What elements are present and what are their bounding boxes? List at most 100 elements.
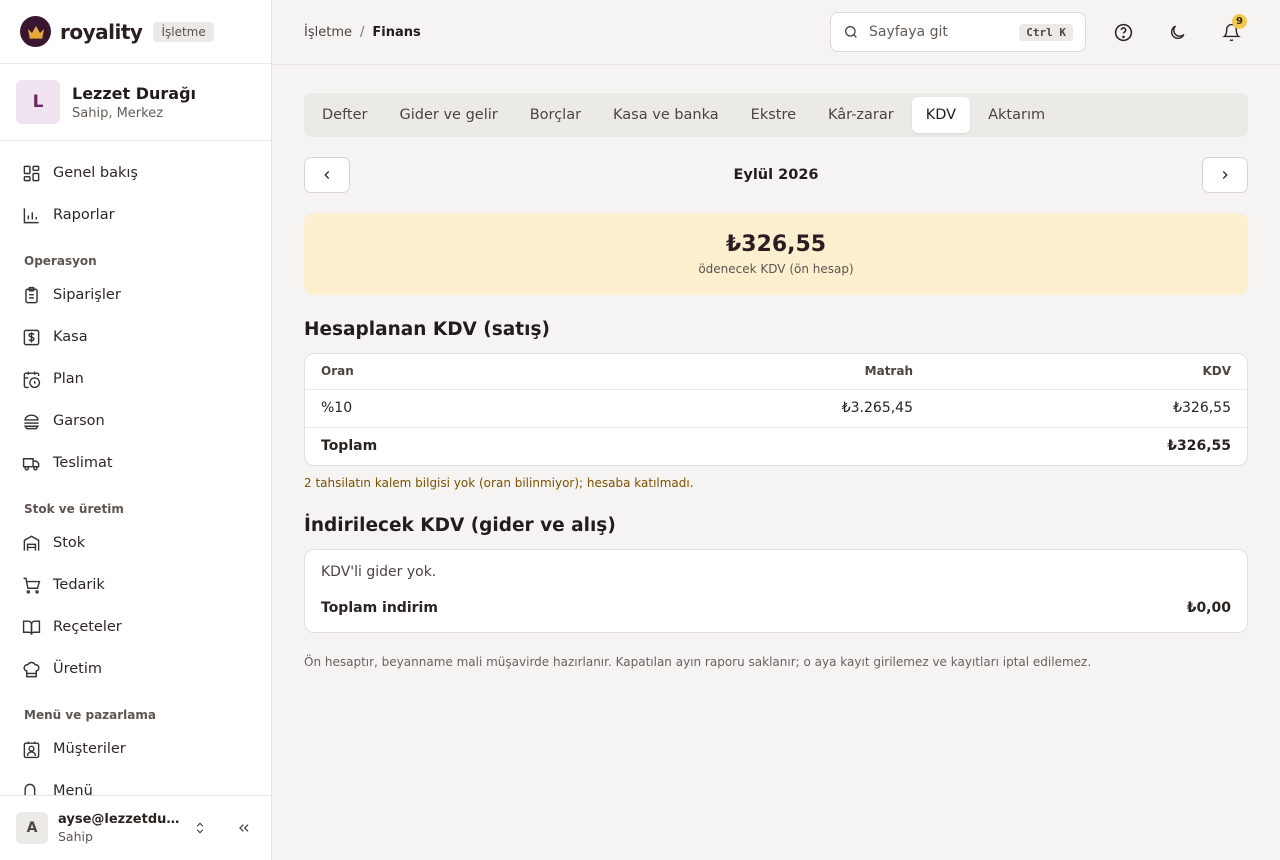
brand-name: royality	[60, 19, 143, 44]
sidebar-item-musteriler[interactable]: Müşteriler	[0, 728, 271, 770]
book-icon	[22, 619, 41, 635]
notification-count-badge: 9	[1232, 14, 1247, 29]
tab-kar-zarar[interactable]: Kâr-zarar	[814, 97, 908, 133]
collapse-sidebar-icon[interactable]	[233, 817, 255, 839]
sidebar-item-raporlar[interactable]: Raporlar	[0, 194, 271, 236]
breadcrumb-current: Finans	[372, 24, 421, 40]
tab-aktarim[interactable]: Aktarım	[974, 97, 1059, 133]
user-menu[interactable]: A ayse@lezzetduragi.com Sahip	[0, 795, 271, 860]
previous-month-button[interactable]	[304, 157, 350, 193]
sidebar-item-label: Raporlar	[53, 207, 115, 223]
total-vat: ₺326,55	[1167, 438, 1231, 455]
sidebar-item-menu[interactable]: Menü	[0, 770, 271, 795]
user-email: ayse@lezzetduragi.com	[58, 812, 182, 827]
tab-kdv[interactable]: KDV	[911, 97, 971, 133]
sidebar-item-kasa[interactable]: Kasa	[0, 316, 271, 358]
calendar-clock-icon	[23, 371, 41, 388]
sidebar-item-label: Plan	[53, 371, 84, 387]
sidebar: royality İşletme L Lezzet Durağı Sahip, …	[0, 0, 272, 860]
business-avatar: L	[16, 80, 60, 124]
vat-payable-amount: ₺326,55	[725, 232, 827, 257]
finance-tabs: Defter Gider ve gelir Borçlar Kasa ve ba…	[304, 93, 1248, 137]
sales-vat-title: Hesaplanan KDV (satış)	[304, 319, 550, 340]
business-role: Sahip, Merkez	[72, 105, 164, 121]
nav-section-title: Menü ve pazarlama	[24, 708, 156, 722]
column-header-base: Matrah	[637, 354, 929, 390]
period-label: Eylül 2026	[733, 167, 819, 183]
notifications-button[interactable]: 9	[1214, 14, 1248, 49]
sidebar-item-label: Üretim	[53, 661, 103, 677]
bar-chart-icon	[23, 207, 39, 223]
deductible-total-row: Toplam indirim ₺0,00	[305, 584, 1247, 632]
footnote: Ön hesaptır, beyanname mali müşavirde ha…	[304, 655, 1092, 669]
sales-vat-table-card: Oran Matrah KDV %10 ₺3.265,45 ₺326,55 To…	[304, 353, 1248, 466]
sidebar-item-label: Kasa	[53, 329, 88, 345]
table-total-row: Toplam ₺326,55	[305, 427, 1247, 465]
sidebar-item-label: Genel bakış	[53, 165, 138, 181]
help-circle-icon	[1114, 23, 1132, 41]
breadcrumb: İşletme / Finans	[304, 25, 421, 40]
column-header-rate: Oran	[305, 354, 637, 390]
deductible-vat-title: İndirilecek KDV (gider ve alış)	[304, 515, 616, 536]
sidebar-item-label: Teslimat	[53, 455, 113, 471]
sidebar-item-tedarik[interactable]: Tedarik	[0, 564, 271, 606]
search-input[interactable]: Sayfaya git Ctrl K	[830, 12, 1086, 52]
next-month-button[interactable]	[1202, 157, 1248, 193]
period-selector: Eylül 2026	[304, 157, 1248, 193]
sidebar-item-label: Müşteriler	[53, 741, 126, 757]
avatar: A	[16, 812, 48, 844]
sidebar-item-uretim[interactable]: Üretim	[0, 648, 271, 690]
tab-borclar[interactable]: Borçlar	[516, 97, 595, 133]
contact-icon	[23, 741, 40, 758]
deductible-total-value: ₺0,00	[1186, 600, 1231, 616]
sidebar-item-receteler[interactable]: Reçeteler	[0, 606, 271, 648]
sidebar-item-label: Garson	[53, 413, 105, 429]
total-base	[637, 427, 929, 465]
chevron-right-icon	[1222, 171, 1228, 179]
sidebar-item-label: Reçeteler	[53, 619, 122, 635]
sidebar-item-teslimat[interactable]: Teslimat	[0, 442, 271, 484]
sales-vat-table: Oran Matrah KDV %10 ₺3.265,45 ₺326,55 To…	[305, 354, 1247, 465]
breadcrumb-parent[interactable]: İşletme	[304, 25, 352, 40]
brand-badge: İşletme	[153, 21, 214, 42]
tab-kasa-ve-banka[interactable]: Kasa ve banka	[599, 97, 733, 133]
breadcrumb-separator: /	[359, 24, 365, 40]
user-role: Sahip	[58, 829, 93, 844]
sidebar-item-label: Tedarik	[53, 577, 105, 593]
tab-defter[interactable]: Defter	[308, 97, 382, 133]
help-button[interactable]	[1106, 15, 1140, 49]
nav-section-title: Operasyon	[24, 254, 97, 268]
deductible-total-label: Toplam indirim	[321, 600, 438, 616]
brand: royality İşletme	[0, 0, 271, 64]
column-header-vat: KDV	[929, 354, 1247, 390]
chevron-left-icon	[324, 171, 330, 179]
tab-ekstre[interactable]: Ekstre	[737, 97, 810, 133]
sidebar-item-genel-bakis[interactable]: Genel bakış	[0, 152, 271, 194]
crown-logo-icon	[20, 16, 51, 47]
topbar: İşletme / Finans Sayfaya git Ctrl K 9	[272, 0, 1280, 65]
truck-icon	[22, 457, 40, 471]
vat-payable-caption: ödenecek KDV (ön hesap)	[698, 262, 854, 276]
sidebar-item-garson[interactable]: Garson	[0, 400, 271, 442]
clipboard-icon	[25, 286, 38, 303]
business-name: Lezzet Durağı	[72, 83, 197, 103]
sidebar-item-label: Siparişler	[53, 287, 121, 303]
vat-summary-card: ₺326,55 ödenecek KDV (ön hesap)	[304, 213, 1248, 295]
sidebar-item-siparisler[interactable]: Siparişler	[0, 274, 271, 316]
cell-rate: %10	[305, 389, 637, 428]
sidebar-item-label: Stok	[53, 535, 86, 551]
warehouse-icon	[23, 535, 40, 551]
dollar-icon	[23, 329, 40, 345]
business-switcher[interactable]: L Lezzet Durağı Sahip, Merkez	[0, 64, 271, 141]
sidebar-nav: Genel bakış Raporlar Operasyon Siparişle…	[0, 141, 271, 795]
menu-icon	[24, 783, 36, 795]
sidebar-item-label: Menü	[53, 783, 93, 795]
main-content: İşletme / Finans Sayfaya git Ctrl K 9 De…	[272, 0, 1280, 860]
sidebar-item-plan[interactable]: Plan	[0, 358, 271, 400]
theme-toggle-button[interactable]	[1160, 15, 1194, 49]
cell-vat: ₺326,55	[929, 389, 1247, 428]
chevron-up-down-icon[interactable]	[189, 817, 211, 839]
shortcut-hint: Ctrl K	[1019, 23, 1073, 41]
sidebar-item-stok[interactable]: Stok	[0, 522, 271, 564]
tab-gider-ve-gelir[interactable]: Gider ve gelir	[386, 97, 512, 133]
